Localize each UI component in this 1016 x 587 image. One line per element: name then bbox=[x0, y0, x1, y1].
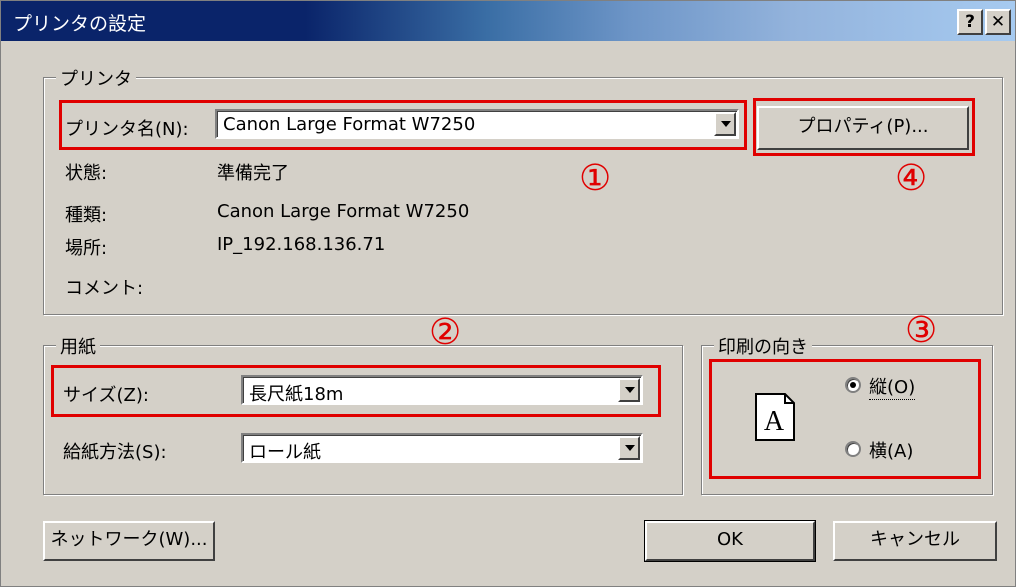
orientation-group-legend: 印刷の向き bbox=[714, 333, 812, 359]
print-setup-dialog: プリンタの設定 ? ✕ プリンタ プリンタ名(N): Canon Large F… bbox=[0, 0, 1016, 587]
annotation-number-2: ② bbox=[429, 312, 462, 353]
comment-label: コメント: bbox=[65, 278, 144, 299]
ok-button[interactable]: OK bbox=[644, 520, 816, 562]
annotation-box-properties bbox=[753, 98, 975, 156]
annotation-box-orientation bbox=[709, 359, 981, 479]
network-button[interactable]: ネットワーク(W)... bbox=[43, 521, 215, 561]
type-value: Canon Large Format W7250 bbox=[217, 201, 470, 222]
annotation-number-4: ④ bbox=[895, 158, 928, 199]
chevron-down-icon[interactable] bbox=[618, 436, 640, 460]
paper-source-label: 給紙方法(S): bbox=[63, 442, 167, 463]
printer-group-legend: プリンタ bbox=[56, 65, 136, 91]
close-button[interactable]: ✕ bbox=[985, 9, 1011, 35]
title-bar: プリンタの設定 ? ✕ bbox=[1, 1, 1015, 41]
location-value: IP_192.168.136.71 bbox=[217, 234, 386, 255]
type-label: 種類: bbox=[65, 205, 108, 226]
paper-group-legend: 用紙 bbox=[56, 333, 100, 359]
paper-source-value: ロール紙 bbox=[249, 442, 321, 463]
annotation-number-3: ③ bbox=[905, 310, 938, 351]
location-label: 場所: bbox=[65, 238, 108, 259]
paper-source-select[interactable]: ロール紙 bbox=[241, 433, 643, 463]
annotation-box-printer-name bbox=[59, 100, 747, 150]
annotation-number-1: ① bbox=[579, 158, 612, 199]
status-value: 準備完了 bbox=[217, 163, 289, 184]
status-label: 状態: bbox=[65, 163, 108, 184]
help-button[interactable]: ? bbox=[957, 9, 983, 35]
window-title: プリンタの設定 bbox=[13, 13, 147, 35]
cancel-button[interactable]: キャンセル bbox=[833, 521, 997, 561]
annotation-box-paper-size bbox=[51, 365, 661, 417]
